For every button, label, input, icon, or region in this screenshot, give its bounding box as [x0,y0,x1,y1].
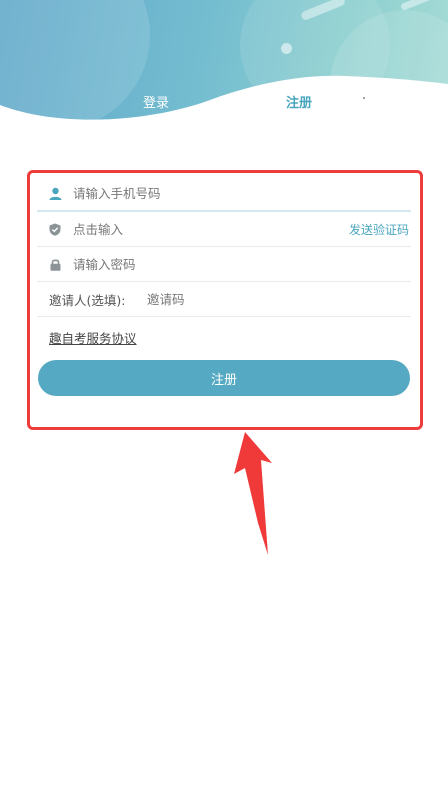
header-banner: 登录 注册 [0,0,448,140]
decor-streak [399,0,435,12]
annotation-highlight-box [27,170,423,430]
tab-login[interactable]: 登录 [143,92,169,111]
annotation-arrow-icon [234,432,272,555]
tab-register[interactable]: 注册 [286,92,312,111]
header-wave [0,75,448,140]
decor-dot [363,97,365,99]
decor-dot [281,43,292,54]
